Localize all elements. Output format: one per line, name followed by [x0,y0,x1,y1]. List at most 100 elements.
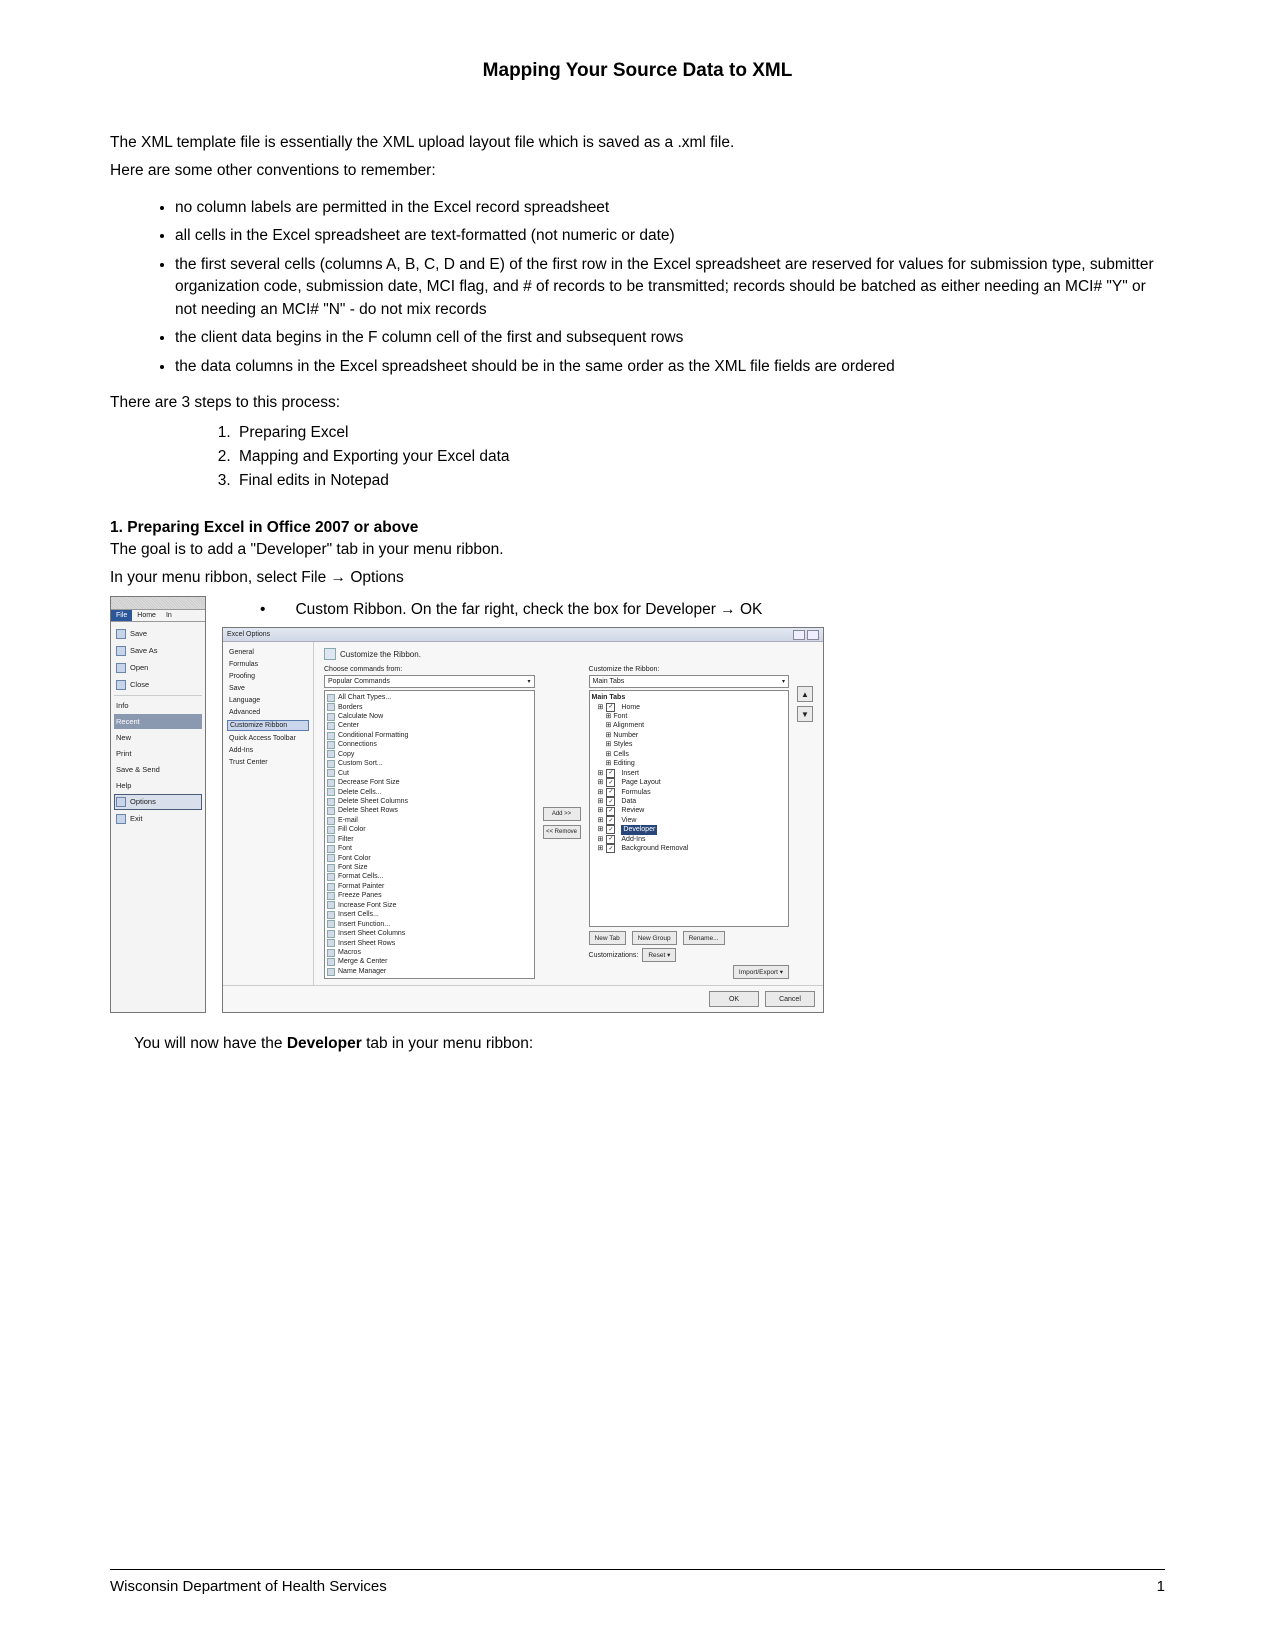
customize-ribbon-label: Customize the Ribbon: [589,666,789,673]
steps-intro: There are 3 steps to this process: [110,392,1165,414]
command-icon [327,798,335,806]
ribbon-icon [324,648,336,660]
tree-tab-item: ⊞ ✓Home [592,703,786,712]
file-menu-label: Print [116,749,131,758]
command-list-item: Fill Color [327,825,532,834]
command-icon [327,892,335,900]
command-list-item: Cut [327,769,532,778]
command-label: Conditional Formatting [338,731,408,740]
import-export-button: Import/Export ▾ [733,965,789,979]
file-menu-recent: Recent [114,714,202,729]
close-icon [116,680,126,690]
command-icon [327,732,335,740]
footer-page-number: 1 [1157,1578,1165,1595]
command-label: Name Manager [338,967,386,976]
command-label: Macros [338,948,361,957]
command-label: Freeze Panes [338,891,382,900]
command-icon [327,854,335,862]
bullet-item: no column labels are permitted in the Ex… [175,197,1165,219]
command-icon [327,817,335,825]
tree-tab-label: Data [621,797,636,806]
command-label: Delete Sheet Columns [338,797,408,806]
tree-tab-item: ⊞ ✓Developer [592,825,786,834]
tree-tab-label: Home [621,703,640,712]
command-icon [327,788,335,796]
intro-paragraph-2: Here are some other conventions to remem… [110,160,1165,182]
file-menu-save-as: Save As [114,643,202,659]
tree-tab-item: ⊞ ✓Add-Ins [592,835,786,844]
file-menu-print: Print [114,746,202,761]
file-menu-new: New [114,730,202,745]
exit-icon [116,814,126,824]
save-icon [116,629,126,639]
bullet-item: the first several cells (columns A, B, C… [175,254,1165,321]
command-list-item: E-mail [327,816,532,825]
command-list-item: Macros [327,948,532,957]
tree-tab-item: ⊞ ✓Page Layout [592,778,786,787]
command-icon [327,713,335,721]
command-list-item: Custom Sort... [327,759,532,768]
dropdown-value: Main Tabs [593,678,625,685]
move-up-button: ▲ [797,686,813,702]
command-list-item: Font Color [327,854,532,863]
step-item: Preparing Excel [235,421,1165,445]
command-list-item: Filter [327,835,532,844]
dialog-title: Excel Options [227,631,270,638]
file-menu-options: Options [114,794,202,810]
command-list-item: Freeze Panes [327,891,532,900]
command-list-item: Delete Sheet Rows [327,806,532,815]
tree-group-item: ⊞ Alignment [592,721,786,730]
options-sidebar-item: General [227,648,309,657]
steps-list: Preparing Excel Mapping and Exporting yo… [110,421,1165,493]
new-group-button: New Group [632,931,677,945]
choose-commands-label: Choose commands from: [324,666,535,673]
file-menu-label: Save [130,629,147,638]
window-close-icon [807,630,819,640]
options-sidebar-item-customize-ribbon: Customize Ribbon [227,720,309,731]
ribbon-tab-file: File [111,610,132,621]
options-icon [116,797,126,807]
step-item: Final edits in Notepad [235,469,1165,493]
dropdown-value: Popular Commands [328,678,390,685]
commands-listbox: All Chart Types...BordersCalculate NowCe… [324,690,535,979]
command-list-item: All Chart Types... [327,693,532,702]
file-menu-open: Open [114,660,202,676]
file-menu-label: Close [130,680,149,689]
command-icon [327,779,335,787]
file-menu-screenshot: File Home In Save Save As Open Close Inf… [110,596,206,1014]
command-icon [327,939,335,947]
add-button: Add >> [543,807,581,821]
tree-tab-label: Page Layout [621,778,660,787]
command-label: All Chart Types... [338,693,391,702]
command-label: Insert Sheet Rows [338,939,395,948]
command-icon [327,911,335,919]
file-menu-label: Save & Send [116,765,160,774]
command-icon [327,968,335,976]
options-sidebar-item: Trust Center [227,758,309,767]
command-label: Cut [338,769,349,778]
file-menu-save-send: Save & Send [114,762,202,777]
command-icon [327,845,335,853]
command-label: Increase Font Size [338,901,396,910]
command-label: Filter [338,835,354,844]
tree-tab-item: ⊞ ✓Formulas [592,788,786,797]
file-menu-label: Save As [130,646,158,655]
command-label: Borders [338,703,363,712]
checkbox-icon: ✓ [606,844,615,853]
command-icon [327,873,335,881]
command-list-item: Decrease Font Size [327,778,532,787]
command-icon [327,769,335,777]
checkbox-icon: ✓ [606,825,615,834]
file-menu-close: Close [114,677,202,693]
quick-access-toolbar [111,597,205,610]
move-down-button: ▼ [797,706,813,722]
text-run: tab in your menu ribbon: [362,1035,533,1052]
ribbon-tab-insert: In [161,610,177,621]
command-list-item: Format Painter [327,882,532,891]
tree-tab-item: ⊞ ✓Insert [592,769,786,778]
chevron-down-icon: ▾ [782,678,785,685]
command-label: Calculate Now [338,712,383,721]
command-list-item: Calculate Now [327,712,532,721]
tree-tab-label: View [621,816,636,825]
tree-tab-item: ⊞ ✓Data [592,797,786,806]
